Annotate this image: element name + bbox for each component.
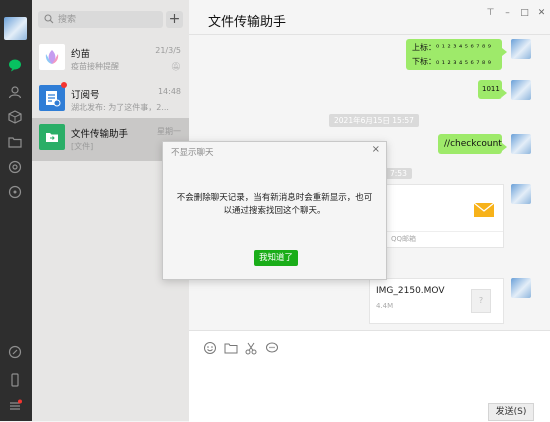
session-item-yuemiao[interactable]: 约苗 21/3/5 疫苗接种提醒 🔕︎ bbox=[32, 38, 189, 81]
timestamp: 2021年6月15日 15:57 bbox=[329, 114, 419, 127]
dialog-title: 不显示聊天 bbox=[171, 148, 214, 158]
chat-icon[interactable] bbox=[8, 58, 22, 72]
send-button[interactable]: 发送(S) bbox=[488, 403, 534, 421]
self-avatar[interactable] bbox=[511, 134, 531, 154]
session-preview: [文件] bbox=[71, 142, 94, 151]
search-input[interactable] bbox=[58, 11, 158, 28]
self-avatar[interactable] bbox=[511, 80, 531, 100]
file-send-icon[interactable] bbox=[224, 340, 238, 354]
chat-title: 文件传输助手 bbox=[208, 15, 287, 30]
message-bubble[interactable]: 上标：⁰ ¹ ² ³ ⁴ ⁵ ⁶ ⁷ ⁸ ⁹ 下标：₀ ₁ ₂ ₃ ₄ ₅ ₆ … bbox=[406, 39, 507, 70]
message-text: 1011 bbox=[482, 85, 500, 93]
mute-icon: 🔕︎ bbox=[170, 62, 181, 71]
unread-dot bbox=[61, 82, 67, 88]
file-size: 4.4M bbox=[376, 302, 394, 310]
session-preview: 疫苗接种提醒 bbox=[71, 62, 119, 71]
emoji-icon[interactable] bbox=[203, 340, 217, 354]
add-chat-button[interactable]: + bbox=[166, 11, 183, 28]
file-transfer-avatar bbox=[39, 124, 65, 150]
pin-icon[interactable]: ⊤ bbox=[482, 7, 499, 19]
maximize-icon[interactable]: □ bbox=[516, 7, 533, 19]
self-avatar[interactable] bbox=[511, 39, 531, 59]
close-icon[interactable]: × bbox=[372, 144, 380, 155]
session-name: 约苗 bbox=[71, 49, 91, 60]
session-time: 21/3/5 bbox=[155, 46, 181, 55]
collection-icon[interactable] bbox=[8, 110, 22, 124]
self-avatar[interactable] bbox=[511, 184, 531, 204]
file-card[interactable]: IMG_2150.MOV 4.4M ? bbox=[369, 278, 504, 324]
chat-history-icon[interactable] bbox=[265, 340, 279, 354]
menu-icon[interactable] bbox=[8, 399, 22, 413]
minimize-icon[interactable]: – bbox=[499, 7, 516, 19]
phone-icon[interactable] bbox=[8, 373, 22, 387]
message-line: 上标：⁰ ¹ ² ³ ⁴ ⁵ ⁶ ⁷ ⁸ ⁹ bbox=[412, 43, 491, 52]
ok-button[interactable]: 我知道了 bbox=[254, 250, 298, 266]
moments-icon[interactable] bbox=[8, 160, 22, 174]
window-controls: ⊤ – □ ✕ bbox=[482, 0, 550, 18]
file-icon: ? bbox=[471, 289, 491, 313]
timestamp: 7:53 bbox=[385, 168, 412, 179]
session-item-subscriptions[interactable]: 订阅号 14:48 湖北发布: 为了这件事，2... bbox=[32, 79, 189, 122]
miniprogram-icon[interactable] bbox=[8, 185, 22, 199]
nav-rail bbox=[0, 0, 32, 421]
file-name: IMG_2150.MOV bbox=[376, 286, 445, 296]
search-box[interactable] bbox=[38, 11, 163, 28]
divider bbox=[189, 34, 550, 35]
mail-card[interactable]: QQ邮箱 bbox=[386, 184, 504, 248]
session-name: 文件传输助手 bbox=[71, 129, 129, 140]
dialog-message: 不会删除聊天记录，当有新消息时会重新显示，也可以通过搜索找回这个聊天。 bbox=[176, 193, 373, 216]
message-bubble[interactable]: //checkcount bbox=[438, 134, 507, 154]
search-icon bbox=[44, 14, 54, 24]
mail-icon bbox=[473, 202, 495, 217]
link-icon[interactable] bbox=[8, 345, 22, 359]
card-divider bbox=[387, 231, 503, 232]
folder-icon[interactable] bbox=[8, 135, 22, 149]
session-time: 14:48 bbox=[157, 87, 181, 96]
session-preview: 湖北发布: 为了这件事，2... bbox=[71, 103, 169, 112]
self-avatar[interactable] bbox=[511, 278, 531, 298]
session-time: 星期一 bbox=[157, 127, 181, 136]
message-text: //checkcount bbox=[444, 139, 502, 149]
card-source: QQ邮箱 bbox=[391, 235, 417, 243]
contacts-icon[interactable] bbox=[8, 85, 22, 99]
screenshot-icon[interactable] bbox=[244, 340, 258, 355]
message-bubble[interactable]: 1011 bbox=[478, 80, 507, 99]
message-line: 下标：₀ ₁ ₂ ₃ ₄ ₅ ₆ ₇ ₈ ₉ bbox=[412, 57, 491, 66]
yuemiao-avatar bbox=[39, 44, 65, 70]
subscriptions-avatar bbox=[39, 85, 65, 111]
session-name: 订阅号 bbox=[71, 90, 100, 101]
close-icon[interactable]: ✕ bbox=[533, 7, 550, 19]
user-avatar[interactable] bbox=[4, 17, 27, 40]
hide-chat-dialog: 不显示聊天 × 不会删除聊天记录，当有新消息时会重新显示，也可以通过搜索找回这个… bbox=[162, 141, 387, 280]
